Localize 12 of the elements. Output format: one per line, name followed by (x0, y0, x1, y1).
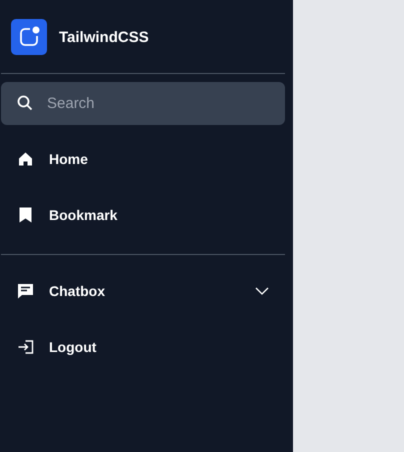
nav-item[interactable]: Home (0, 131, 293, 187)
home-icon (17, 152, 34, 166)
logo-icon (11, 19, 47, 55)
search-field[interactable]: Search (1, 82, 285, 125)
nav-item[interactable]: Bookmark (0, 187, 293, 243)
nav-item[interactable]: Logout (0, 319, 293, 375)
chat-icon (17, 283, 34, 299)
bookmark-icon (17, 207, 34, 223)
chevron-icon (255, 287, 269, 295)
brand-name: TailwindCSS (59, 28, 149, 46)
nav-item[interactable]: Chatbox (0, 263, 293, 319)
logout-icon (17, 340, 34, 354)
